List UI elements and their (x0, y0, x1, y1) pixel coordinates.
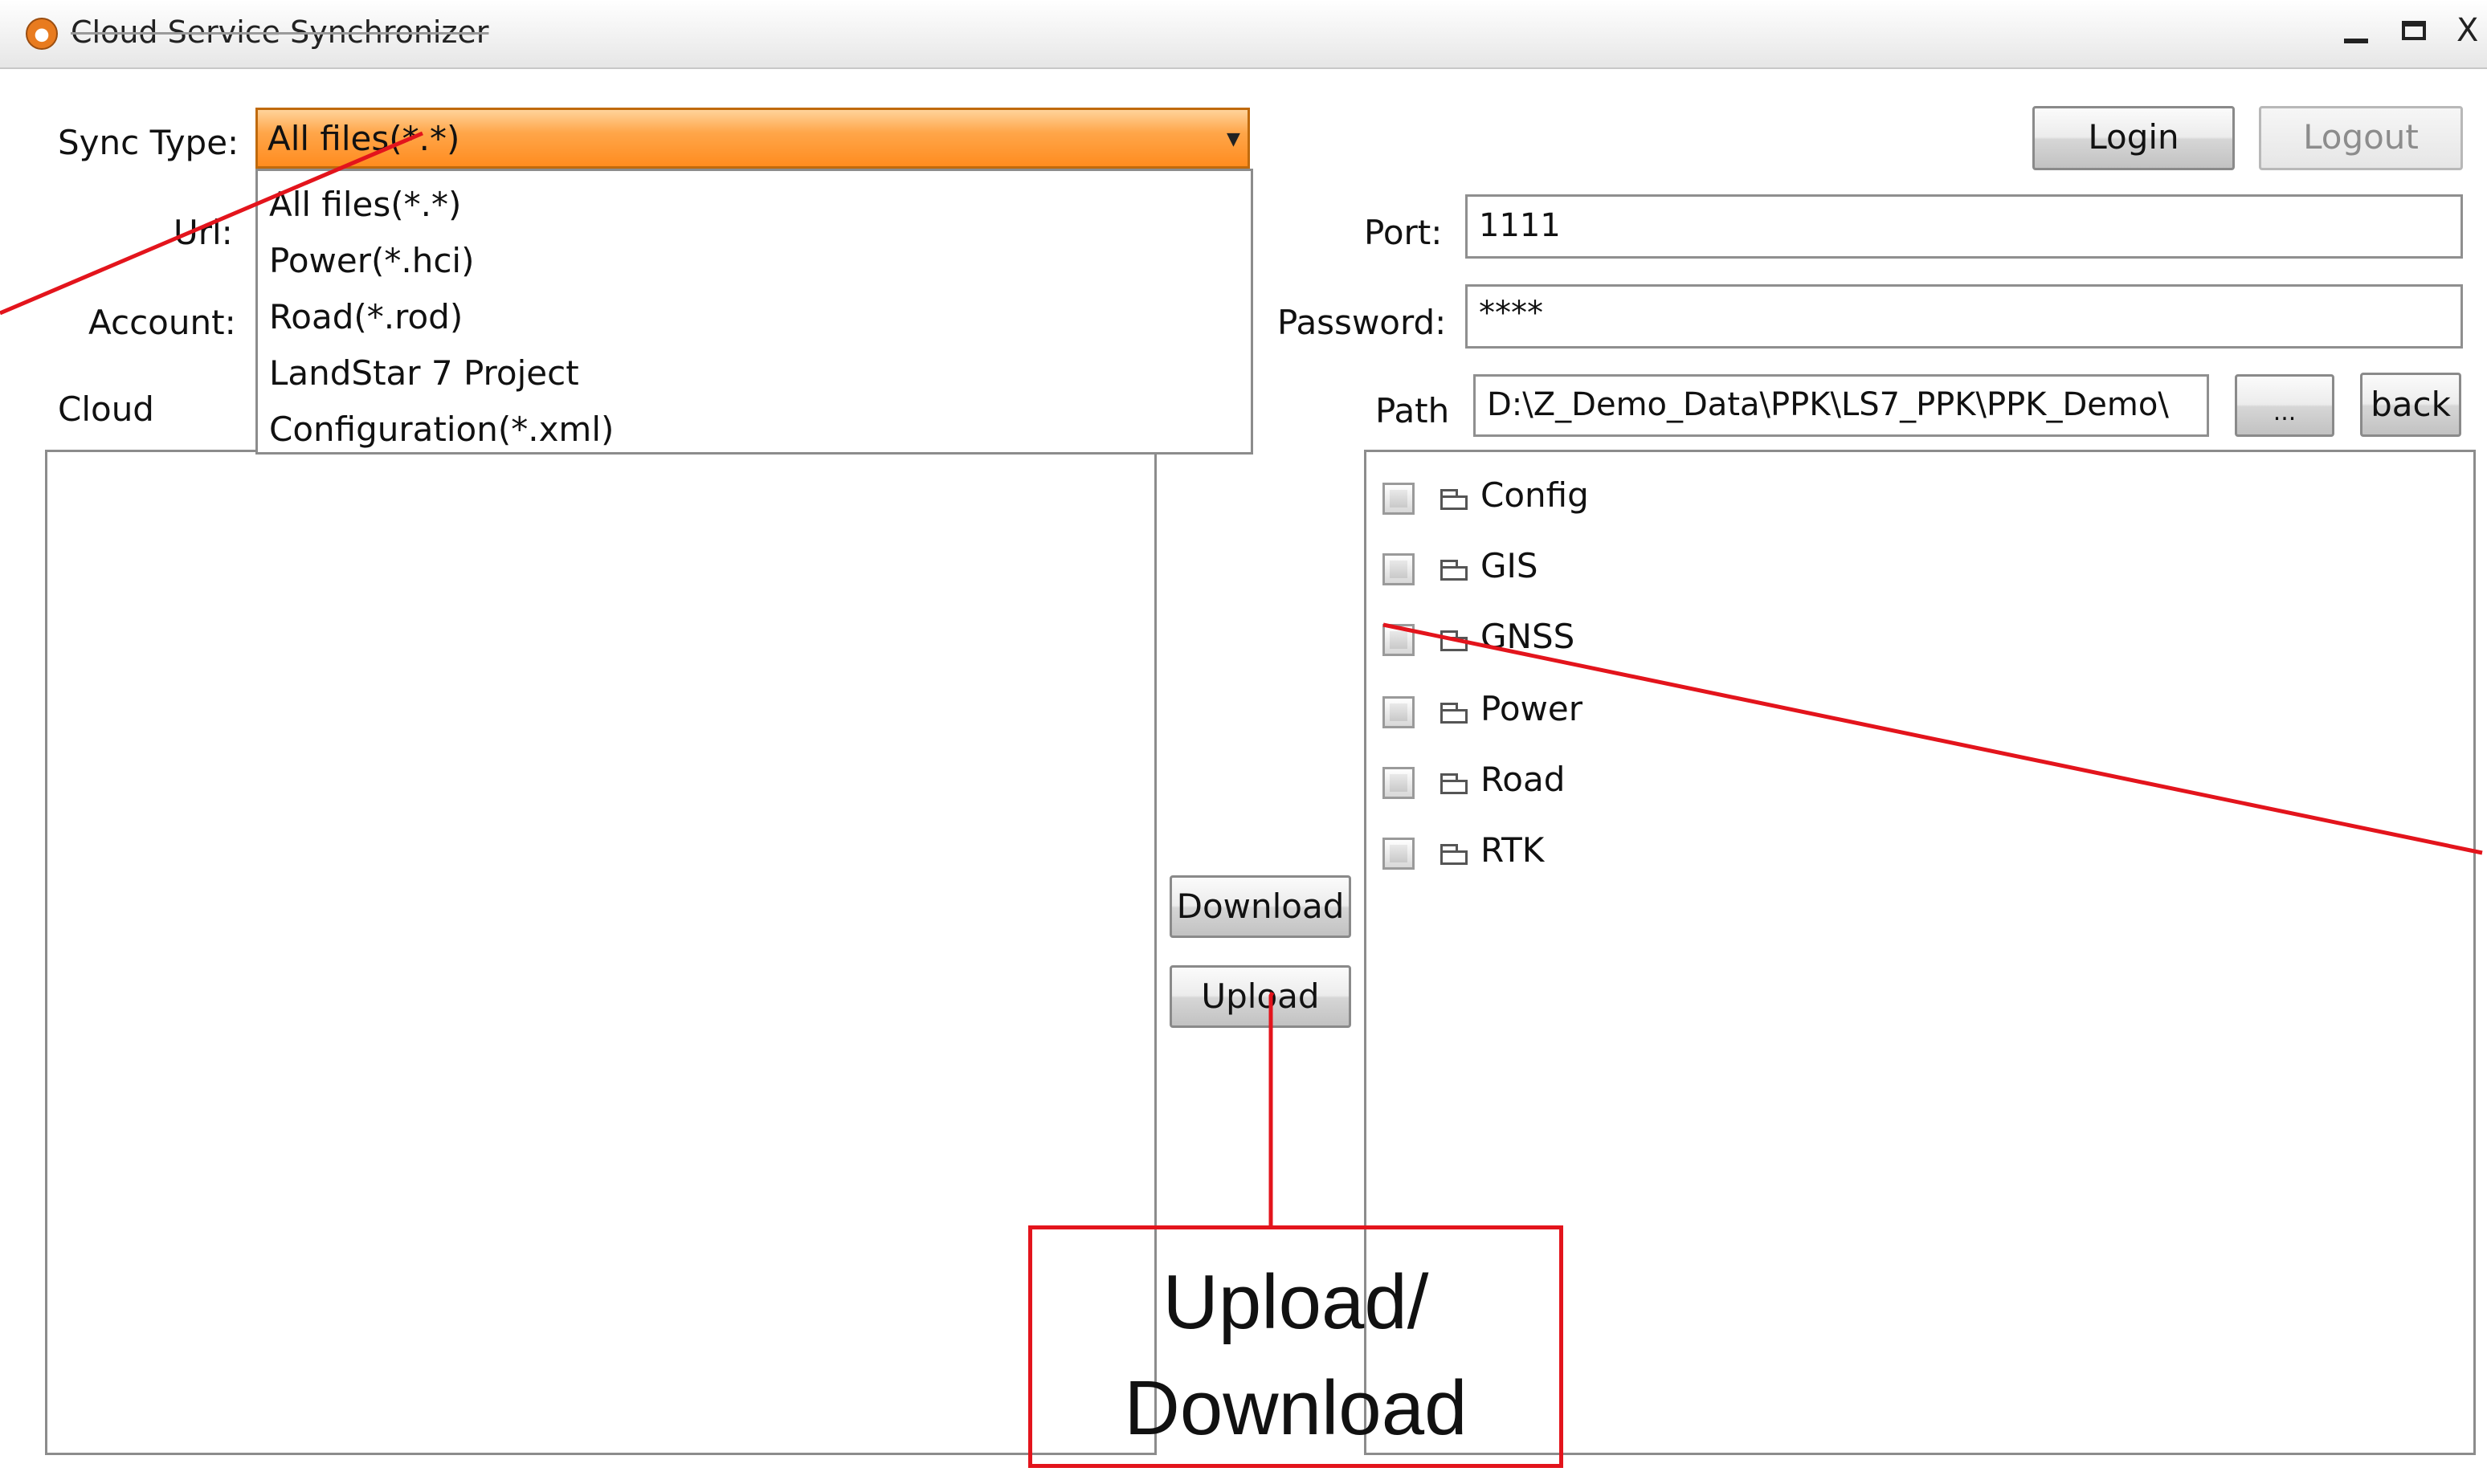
path-label: Path (1375, 391, 1450, 430)
sync-type-selected-value: All files(*.*) (267, 119, 460, 158)
tree-item-gis[interactable]: GIS (1382, 545, 1623, 593)
checkbox[interactable] (1382, 838, 1415, 870)
title-bar[interactable]: Cloud Service Synchronizer X (0, 0, 2487, 69)
checkbox[interactable] (1382, 624, 1415, 656)
password-field[interactable]: **** (1465, 284, 2463, 349)
tree-item-label: GIS (1480, 546, 1538, 585)
cloud-file-panel[interactable] (45, 450, 1157, 1455)
back-button[interactable]: back (2360, 373, 2461, 437)
tree-item-label: Config (1480, 475, 1589, 515)
tree-item-label: GNSS (1480, 617, 1575, 656)
checkbox[interactable] (1382, 483, 1415, 515)
folder-icon (1440, 560, 1471, 581)
annotation-line-upload (1268, 991, 1275, 1229)
password-label: Password: (1277, 303, 1447, 342)
minimize-icon[interactable] (2341, 22, 2373, 45)
sync-type-dropdown-list[interactable]: All files(*.*) Power(*.hci) Road(*.rod) … (255, 169, 1253, 455)
folder-icon (1440, 489, 1471, 510)
dropdown-option[interactable]: All files(*.*) (269, 184, 461, 226)
download-button[interactable]: Download (1170, 875, 1351, 938)
dropdown-option[interactable]: Power(*.hci) (269, 240, 475, 282)
browse-button[interactable]: ... (2235, 374, 2334, 437)
annotation-line-1: Upload/ (1162, 1259, 1429, 1345)
tree-item-road[interactable]: Road (1382, 759, 1623, 807)
dropdown-arrow-icon[interactable]: ▼ (1227, 129, 1240, 149)
upload-button[interactable]: Upload (1170, 965, 1351, 1028)
folder-icon (1440, 630, 1471, 651)
folder-icon (1440, 703, 1471, 724)
url-label: Url: (174, 213, 233, 252)
folder-icon (1440, 844, 1471, 865)
checkbox[interactable] (1382, 696, 1415, 728)
sync-type-select[interactable]: All files(*.*) ▼ (255, 108, 1250, 169)
close-icon[interactable]: X (2456, 11, 2478, 50)
app-window: Cloud Service Synchronizer X Sync Type: … (0, 0, 2487, 1484)
path-field[interactable]: D:\Z_Demo_Data\PPK\LS7_PPK\PPK_Demo\ (1473, 374, 2209, 437)
tree-item-label: Road (1480, 760, 1566, 799)
checkbox[interactable] (1382, 553, 1415, 585)
port-field[interactable]: 1111 (1465, 194, 2463, 259)
sync-type-label: Sync Type: (58, 123, 239, 162)
account-label: Account: (88, 303, 236, 342)
checkbox[interactable] (1382, 767, 1415, 799)
tree-item-rtk[interactable]: RTK (1382, 830, 1623, 878)
dropdown-option[interactable]: LandStar 7 Project (269, 353, 579, 394)
window-title: Cloud Service Synchronizer (71, 14, 489, 50)
dropdown-option[interactable]: Road(*.rod) (269, 296, 463, 338)
folder-icon (1440, 773, 1471, 794)
logout-button[interactable]: Logout (2259, 106, 2463, 170)
cloud-label: Cloud (58, 389, 154, 429)
port-label: Port: (1364, 213, 1443, 252)
annotation-callout-box: Upload/ Download (1028, 1225, 1563, 1468)
tree-item-label: Power (1480, 689, 1582, 728)
app-logo-icon (26, 18, 58, 50)
login-button[interactable]: Login (2032, 106, 2235, 170)
dropdown-option[interactable]: Configuration(*.xml) (269, 409, 614, 450)
tree-item-power[interactable]: Power (1382, 688, 1623, 736)
tree-item-label: RTK (1480, 830, 1545, 870)
tree-item-config[interactable]: Config (1382, 475, 1623, 523)
annotation-line-2: Download (1124, 1365, 1468, 1451)
maximize-icon[interactable] (2402, 21, 2426, 40)
tree-item-gnss[interactable]: GNSS (1382, 616, 1623, 664)
